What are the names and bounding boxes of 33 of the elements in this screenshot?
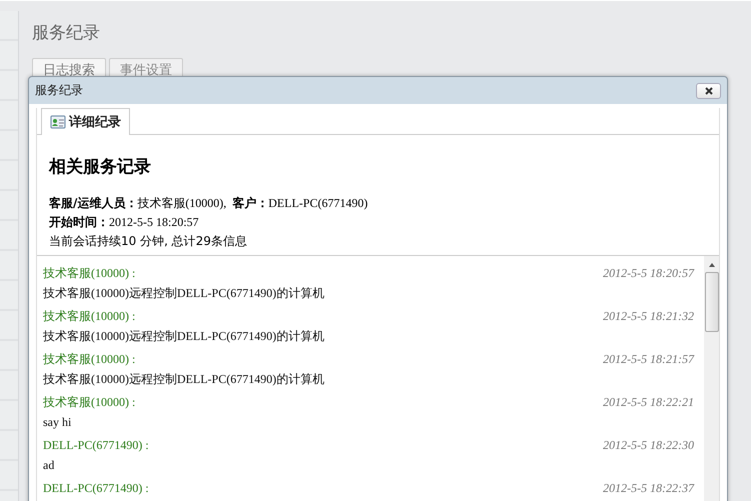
contact-card-icon [50, 114, 66, 130]
message-text: 技术客服(10000)远程控制DELL-PC(6771490)的计算机 [43, 328, 326, 345]
message-text: 技术客服(10000)远程控制DELL-PC(6771490)的计算机 [43, 285, 326, 302]
page-title: 服务纪录 [32, 22, 101, 44]
session-summary: 当前会话持续10 分钟, 总计29条信息 [49, 233, 248, 250]
message-text: say hi [43, 414, 72, 431]
message-time: 2012-5-5 18:22:37 [603, 480, 694, 497]
field-value: 技术客服(10000), [137, 196, 226, 210]
section-heading: 相关服务记录 [49, 156, 152, 178]
message-text: ad [43, 457, 56, 474]
field-label: 客服/运维人员： [49, 196, 138, 210]
field-value: DELL-PC(6771490) [268, 196, 368, 210]
message-time: 2012-5-5 18:22:21 [603, 394, 694, 411]
close-button[interactable] [696, 82, 721, 98]
field-value: 2012-5-5 18:20:57 [109, 215, 199, 229]
dialog-tab[interactable]: 详细纪录 [41, 108, 130, 135]
message-sender: 技术客服(10000) : [43, 394, 136, 411]
close-icon [704, 86, 714, 96]
message-sender: DELL-PC(6771490) : [43, 480, 149, 497]
message-text: 技术客服(10000)远程控制DELL-PC(6771490)的计算机 [43, 371, 326, 388]
message-time: 2012-5-5 18:21:57 [603, 351, 694, 368]
message-sender: DELL-PC(6771490) : [43, 437, 149, 454]
scrollbar[interactable] [704, 256, 719, 501]
message-sender: 技术客服(10000) : [43, 308, 136, 325]
scroll-up-icon [708, 262, 716, 268]
message-time: 2012-5-5 18:21:32 [603, 308, 694, 325]
field-label: 客户： [232, 196, 268, 210]
message-sender: 技术客服(10000) : [43, 265, 136, 282]
scroll-thumb[interactable] [704, 272, 718, 332]
message-sender: 技术客服(10000) : [43, 351, 136, 368]
field-label: 开始时间： [49, 215, 109, 229]
message-time: 2012-5-5 18:22:30 [603, 437, 694, 454]
message-time: 2012-5-5 18:20:57 [603, 265, 694, 282]
